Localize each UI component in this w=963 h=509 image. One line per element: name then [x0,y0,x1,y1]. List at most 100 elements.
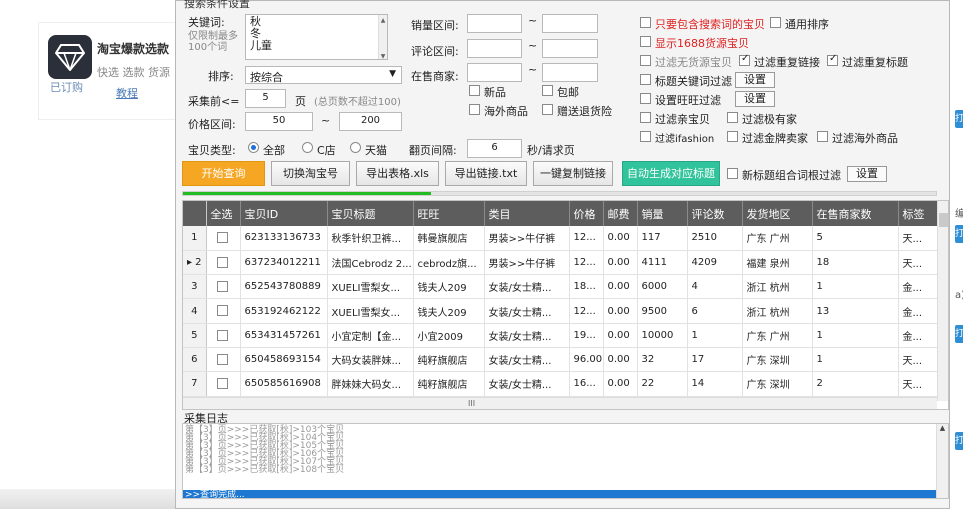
app-card[interactable]: 淘宝爆款选款 快选 选款 货源 已订购 教程 [38,22,175,120]
filter-ifashion-checkbox[interactable] [640,131,651,142]
cell-title: 秋季针织卫裤... [327,226,414,251]
side-tab[interactable]: 打 [955,110,963,128]
comment-to-input[interactable] [542,39,598,58]
general-sort-checkbox[interactable] [770,17,781,28]
new-title-settings-button[interactable]: 设置 [847,166,887,182]
column-header[interactable]: 宝贝标题 [327,201,414,226]
collect-pages-input[interactable]: 5 [245,89,286,108]
start-query-button[interactable]: 开始查询 [182,161,265,186]
title-keyword-settings-button[interactable]: 设置 [735,72,775,88]
switch-account-button[interactable]: 切换淘宝号 [271,161,350,186]
cell-tag: 金... [898,274,942,300]
cell-ww: 小宜2009 [413,323,485,348]
log-scrollbar[interactable]: ▲ [936,424,948,498]
column-header[interactable]: 标签 [898,201,942,226]
column-header[interactable]: 发货地区 [742,201,813,226]
cell-ship: 0.00 [603,250,638,276]
column-header[interactable]: 评论数 [687,201,743,226]
table-row[interactable]: ▸ 2 637234012211 法国Cebrodz 2... cebrodz旗...… [183,250,942,276]
row-checkbox[interactable] [216,305,228,317]
row-checkbox[interactable] [216,256,228,268]
cell-ship: 0.00 [603,347,638,373]
column-header[interactable]: 邮费 [603,201,638,226]
row-select-cell [206,274,241,300]
side-tab[interactable]: 打 [955,432,963,450]
export-txt-button[interactable]: 导出链接.txt [445,161,527,186]
filter-no-source-checkbox[interactable] [640,55,651,66]
filter-parent-checkbox[interactable] [640,112,651,123]
only-keyword-checkbox[interactable] [640,17,651,28]
type-tmall-radio[interactable] [350,142,361,153]
price-to-input[interactable]: 200 [339,112,402,131]
keyword-line: 秋 [250,15,261,28]
copy-links-button[interactable]: 一键复制链接 [533,161,613,186]
cell-ww: 纯籽旗舰店 [413,347,485,373]
column-header[interactable]: 销量 [637,201,688,226]
type-all-radio[interactable] [248,142,259,153]
show-1688-checkbox[interactable] [640,36,651,47]
column-header[interactable]: 宝贝ID [240,201,328,226]
comment-tilde: ~ [528,39,538,52]
auto-title-button[interactable]: 自动生成对应标题 [622,161,720,186]
cell-comments: 4 [687,274,743,300]
scroll-thumb[interactable] [939,213,948,227]
table-row[interactable]: 4 653192462122 XUELI雪梨女... 钱夫人209 女装/女士精... 1… [183,298,942,324]
row-checkbox[interactable] [216,280,228,292]
wangwang-settings-button[interactable]: 设置 [735,91,775,107]
sales-from-input[interactable] [467,14,522,33]
cell-price: 16... [569,371,604,397]
export-xls-button[interactable]: 导出表格.xls [356,161,439,186]
comment-from-input[interactable] [467,39,522,58]
sort-select[interactable]: 按综合 ▼ [245,66,402,84]
textarea-scrollbar[interactable]: ▲ ▼ [378,15,387,60]
grid-horizontal-scrollbar[interactable]: III [183,397,937,409]
row-checkbox[interactable] [216,232,228,244]
keyword-textarea[interactable]: 秋 冬 儿童 ▲ ▼ [245,14,388,60]
grid-vertical-scrollbar[interactable] [937,201,948,401]
table-row[interactable]: 3 652543780889 XUELI雪梨女... 钱夫人209 女装/女士精... 1… [183,274,942,300]
column-header[interactable]: 全选 [206,201,241,226]
table-row[interactable]: 1 623133136733 秋季针织卫裤... 韩曼旗舰店 男装>>牛仔裤 12... 0… [183,226,942,251]
new-label: 新品 [484,86,506,99]
sellers-to-input[interactable] [542,63,598,82]
column-header[interactable]: 类目 [484,201,570,226]
column-header[interactable]: 旺旺 [413,201,485,226]
side-tab[interactable]: 打 [955,225,963,243]
freight-insurance-checkbox[interactable] [542,104,553,115]
cell-sellers: 13 [812,298,899,324]
type-c-radio[interactable] [302,142,313,153]
table-row[interactable]: 5 653431457261 小宜定制【金... 小宜2009 女装/女士精... 19.… [183,323,942,348]
table-row[interactable]: 7 650585616908 胖妹妹大码女... 纯籽旗舰店 女装/女士精... 16..… [183,371,942,397]
wangwang-checkbox[interactable] [640,93,651,104]
filter-dup-title-label: 过滤重复标题 [842,56,908,69]
price-from-input[interactable]: 50 [245,112,313,131]
new-checkbox[interactable] [469,85,480,96]
sellers-from-input[interactable] [467,63,522,82]
row-checkbox[interactable] [216,378,228,390]
sales-to-input[interactable] [542,14,598,33]
hscroll-grip[interactable]: III [468,399,475,408]
row-checkbox[interactable] [216,353,228,365]
filter-dup-link-checkbox[interactable] [739,53,750,66]
free-ship-checkbox[interactable] [542,85,553,96]
keyword-hint: 仅限制最多100个词 [188,31,238,53]
filter-gold-checkbox[interactable] [727,131,738,142]
column-header[interactable]: 在售商家数 [812,201,899,226]
table-row[interactable]: 6 650458693154 大码女装胖妹... 纯籽旗舰店 女装/女士精... 96.0… [183,347,942,373]
filter-dup-title-checkbox[interactable] [827,53,838,66]
tutorial-link[interactable]: 教程 [116,85,138,101]
show-1688-label: 显示1688货源宝贝 [655,37,749,50]
title-keyword-checkbox[interactable] [640,74,651,85]
collect-label: 采集前<= [188,95,240,108]
overseas-checkbox[interactable] [469,104,480,115]
column-header[interactable]: 价格 [569,201,604,226]
filter-ext-checkbox[interactable] [727,112,738,123]
new-title-checkbox[interactable] [727,168,738,179]
general-sort-label: 通用排序 [785,18,829,31]
side-tab[interactable]: 打 [955,325,963,343]
results-grid: 全选 宝贝ID 宝贝标题 旺旺 类目 价格 邮费 销量 评论数 发货地区 在售商… [182,200,949,410]
filter-overseas-checkbox[interactable] [817,131,828,142]
row-select-cell [206,371,241,397]
row-checkbox[interactable] [216,329,228,341]
flip-interval-input[interactable]: 6 [467,139,522,158]
